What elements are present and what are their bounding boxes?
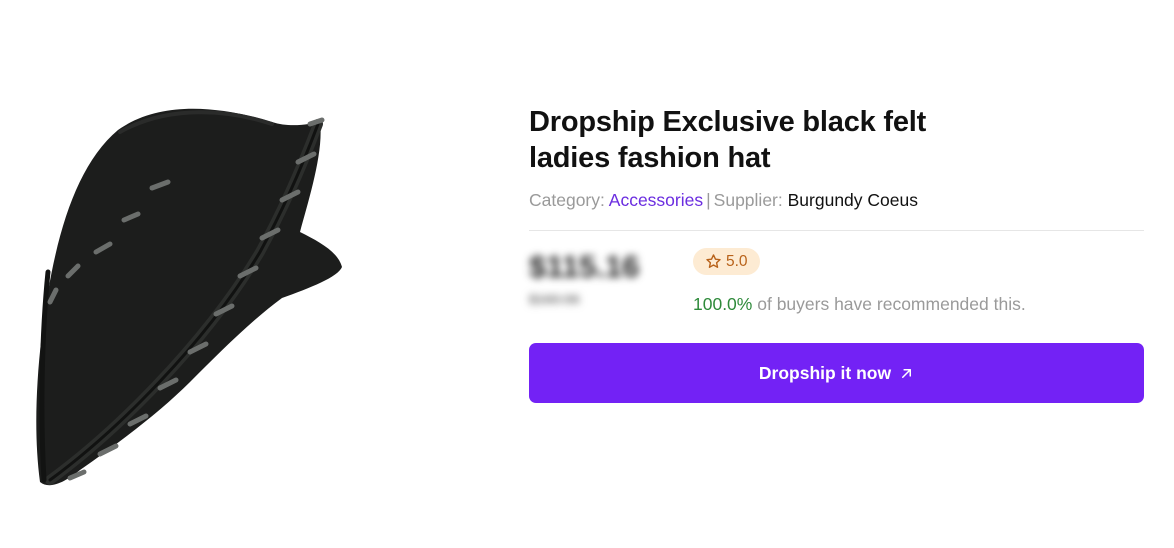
dropship-button[interactable]: Dropship it now xyxy=(529,343,1144,403)
category-label: Category: xyxy=(529,190,605,210)
supplier-label: Supplier: xyxy=(713,190,783,210)
price-row: $115.16 $160.96 5.0 100.0% of buyers hav… xyxy=(529,231,1144,343)
recommend-label: of buyers have recommended this. xyxy=(757,294,1026,314)
product-page: Dropship Exclusive black felt ladies fas… xyxy=(0,0,1174,548)
price-block: $115.16 $160.96 xyxy=(529,249,639,307)
product-info: Dropship Exclusive black felt ladies fas… xyxy=(529,104,1144,403)
arrow-up-right-icon xyxy=(899,366,914,381)
category-link[interactable]: Accessories xyxy=(609,190,703,210)
product-image[interactable] xyxy=(20,92,350,502)
supplier-name: Burgundy Coeus xyxy=(787,190,918,210)
product-title: Dropship Exclusive black felt ladies fas… xyxy=(529,106,927,174)
rating-value: 5.0 xyxy=(726,252,748,270)
star-icon xyxy=(705,253,722,270)
product-meta: Category: Accessories | Supplier: Burgundy… xyxy=(529,189,1144,211)
recommend-percentage: 100.0% xyxy=(693,294,753,314)
rating-badge: 5.0 xyxy=(693,248,760,275)
old-price: $160.96 xyxy=(529,291,580,307)
meta-separator: | xyxy=(706,190,711,210)
dropship-button-label: Dropship it now xyxy=(758,362,892,383)
price: $115.16 xyxy=(529,249,640,284)
recommend-text: 100.0% of buyers have recommended this. xyxy=(693,294,1026,315)
